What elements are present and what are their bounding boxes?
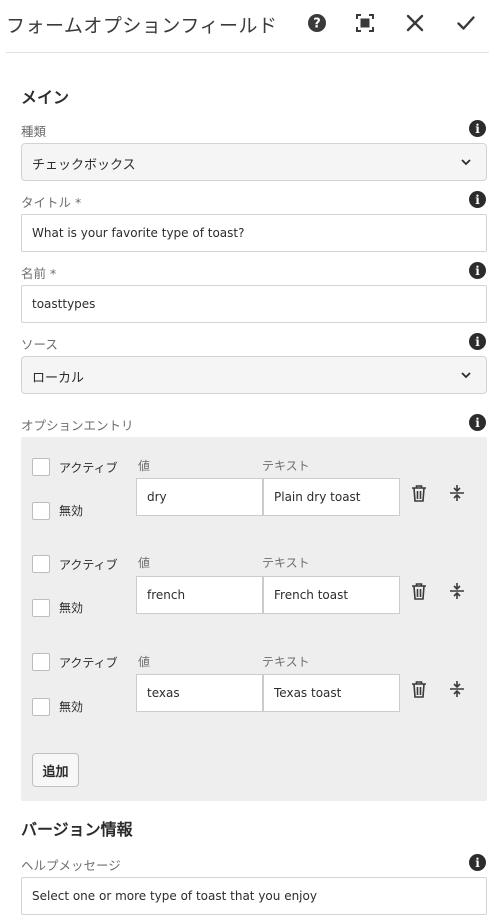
chevron-down-icon <box>461 159 471 166</box>
option-value: french <box>147 588 186 602</box>
type-label: 種類 <box>21 124 47 139</box>
info-icon[interactable]: i <box>469 191 486 208</box>
fullscreen-button[interactable] <box>352 10 378 36</box>
active-checkbox[interactable] <box>32 458 50 476</box>
option-value-input[interactable]: french <box>136 576 263 614</box>
option-value: dry <box>147 490 167 504</box>
title-label: タイトル * <box>21 195 82 210</box>
svg-text:?: ? <box>313 17 321 32</box>
trash-icon <box>412 681 426 698</box>
option-value-input[interactable]: dry <box>136 478 263 516</box>
options-label: オプションエントリ <box>21 418 134 433</box>
text-column-label: テキスト <box>262 459 310 473</box>
fullscreen-icon <box>356 14 374 32</box>
drag-handle-icon <box>450 681 464 697</box>
disabled-label: 無効 <box>59 504 84 518</box>
help-button[interactable]: ? <box>304 10 330 36</box>
header-divider <box>6 52 489 53</box>
text-column-label: テキスト <box>262 556 310 570</box>
option-text: French toast <box>274 588 349 602</box>
done-button[interactable] <box>453 10 479 36</box>
reorder-handle[interactable] <box>446 678 468 700</box>
info-icon[interactable]: i <box>469 333 486 350</box>
option-text: Plain dry toast <box>274 490 361 504</box>
option-value: texas <box>147 686 180 700</box>
name-input[interactable]: toasttypes <box>21 285 487 323</box>
value-column-label: 値 <box>138 459 151 473</box>
option-text-input[interactable]: French toast <box>263 576 400 614</box>
help-message-label: ヘルプメッセージ <box>21 858 121 873</box>
delete-entry-button[interactable] <box>408 678 430 700</box>
chevron-down-icon <box>461 372 471 379</box>
help-icon: ? <box>308 14 326 32</box>
check-icon <box>457 16 475 30</box>
delete-entry-button[interactable] <box>408 482 430 504</box>
active-checkbox[interactable] <box>32 555 50 573</box>
active-checkbox[interactable] <box>32 653 50 671</box>
source-select-value: ローカル <box>32 371 85 386</box>
option-text: Texas toast <box>274 686 342 700</box>
disabled-label: 無効 <box>59 601 84 615</box>
active-label: アクティブ <box>59 656 118 670</box>
help-message-input[interactable]: Select one or more type of toast that yo… <box>21 877 487 915</box>
name-input-value: toasttypes <box>32 297 96 311</box>
help-message-value: Select one or more type of toast that yo… <box>32 889 317 903</box>
source-label: ソース <box>21 337 58 352</box>
version-section-title: バージョン情報 <box>21 820 133 839</box>
drag-handle-icon <box>450 583 464 599</box>
disabled-checkbox[interactable] <box>32 502 50 520</box>
info-icon[interactable]: i <box>469 414 486 431</box>
drag-handle-icon <box>450 485 464 501</box>
option-value-input[interactable]: texas <box>136 674 263 712</box>
delete-entry-button[interactable] <box>408 580 430 602</box>
reorder-handle[interactable] <box>446 580 468 602</box>
disabled-checkbox[interactable] <box>32 698 50 716</box>
disabled-label: 無効 <box>59 700 84 714</box>
title-input-value: What is your favorite type of toast? <box>32 226 245 240</box>
type-select[interactable]: チェックボックス <box>21 143 487 181</box>
value-column-label: 値 <box>138 556 151 570</box>
active-label: アクティブ <box>59 558 118 572</box>
option-text-input[interactable]: Texas toast <box>263 674 400 712</box>
source-select[interactable]: ローカル <box>21 356 487 394</box>
main-section-title: メイン <box>21 88 70 107</box>
dialog-title: フォームオプションフィールド <box>6 15 278 37</box>
trash-icon <box>412 583 426 600</box>
trash-icon <box>412 485 426 502</box>
close-icon <box>406 14 424 32</box>
active-label: アクティブ <box>59 461 118 475</box>
option-text-input[interactable]: Plain dry toast <box>263 478 400 516</box>
info-icon[interactable]: i <box>469 120 486 137</box>
option-entries-panel: アクティブ 無効 値 テキスト dry Plain dry toast アクティ… <box>21 437 487 801</box>
name-label: 名前 * <box>21 266 57 281</box>
value-column-label: 値 <box>138 655 151 669</box>
close-button[interactable] <box>402 10 428 36</box>
text-column-label: テキスト <box>262 655 310 669</box>
disabled-checkbox[interactable] <box>32 599 50 617</box>
reorder-handle[interactable] <box>446 482 468 504</box>
dialog-header: フォームオプションフィールド ? <box>0 0 495 50</box>
info-icon[interactable]: i <box>469 854 486 871</box>
title-input[interactable]: What is your favorite type of toast? <box>21 214 487 252</box>
add-entry-button[interactable]: 追加 <box>32 753 79 787</box>
info-icon[interactable]: i <box>469 262 486 279</box>
type-select-value: チェックボックス <box>32 158 136 173</box>
